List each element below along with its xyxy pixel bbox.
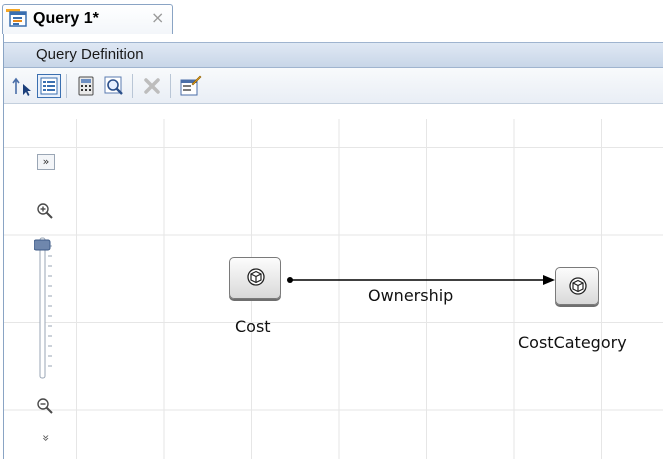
zoom-find-icon — [104, 76, 123, 95]
move-up-button[interactable] — [10, 74, 34, 98]
cube-icon — [569, 277, 587, 295]
node-label-costcategory: CostCategory — [518, 333, 627, 352]
zoom-slider-thumb — [34, 239, 51, 251]
expand-panel-button[interactable]: » — [37, 154, 55, 170]
expand-icon: » — [42, 155, 50, 168]
query-icon — [9, 11, 27, 27]
properties-button[interactable] — [178, 74, 202, 98]
calculator-button[interactable] — [74, 74, 98, 98]
chevron-down-icon: » — [39, 434, 53, 442]
zoom-slider[interactable] — [34, 236, 58, 382]
node-costcategory[interactable] — [555, 267, 607, 313]
move-up-icon — [12, 77, 31, 96]
zoom-in-icon[interactable] — [36, 202, 54, 220]
delete-button[interactable] — [140, 74, 164, 98]
properties-icon — [180, 75, 202, 96]
tab-query-1[interactable]: Query 1* × — [2, 4, 173, 34]
tab-title: Query 1* — [33, 10, 99, 27]
query-definition-panel: Query Definition — [3, 34, 663, 459]
tab-strip: Query 1* × — [0, 0, 663, 34]
collapse-panel-button[interactable]: » — [37, 431, 53, 445]
node-label-cost: Cost — [235, 317, 271, 336]
toolbar-separator — [170, 74, 171, 98]
node-cost[interactable] — [229, 257, 281, 303]
panel-header: Query Definition — [4, 42, 663, 68]
close-icon[interactable]: × — [151, 8, 164, 27]
toolbar — [4, 68, 663, 104]
toolbar-separator — [66, 74, 67, 98]
edge-label: Ownership — [368, 286, 454, 305]
panel-title: Query Definition — [36, 46, 144, 63]
cube-icon — [247, 268, 265, 286]
node-box — [229, 257, 281, 299]
zoom-out-icon[interactable] — [36, 397, 54, 415]
list-view-button[interactable] — [37, 74, 61, 98]
list-view-icon — [40, 77, 58, 95]
node-box — [555, 267, 599, 305]
delete-icon — [144, 78, 160, 94]
calculator-icon — [78, 76, 94, 96]
find-button[interactable] — [102, 74, 126, 98]
toolbar-separator — [132, 74, 133, 98]
